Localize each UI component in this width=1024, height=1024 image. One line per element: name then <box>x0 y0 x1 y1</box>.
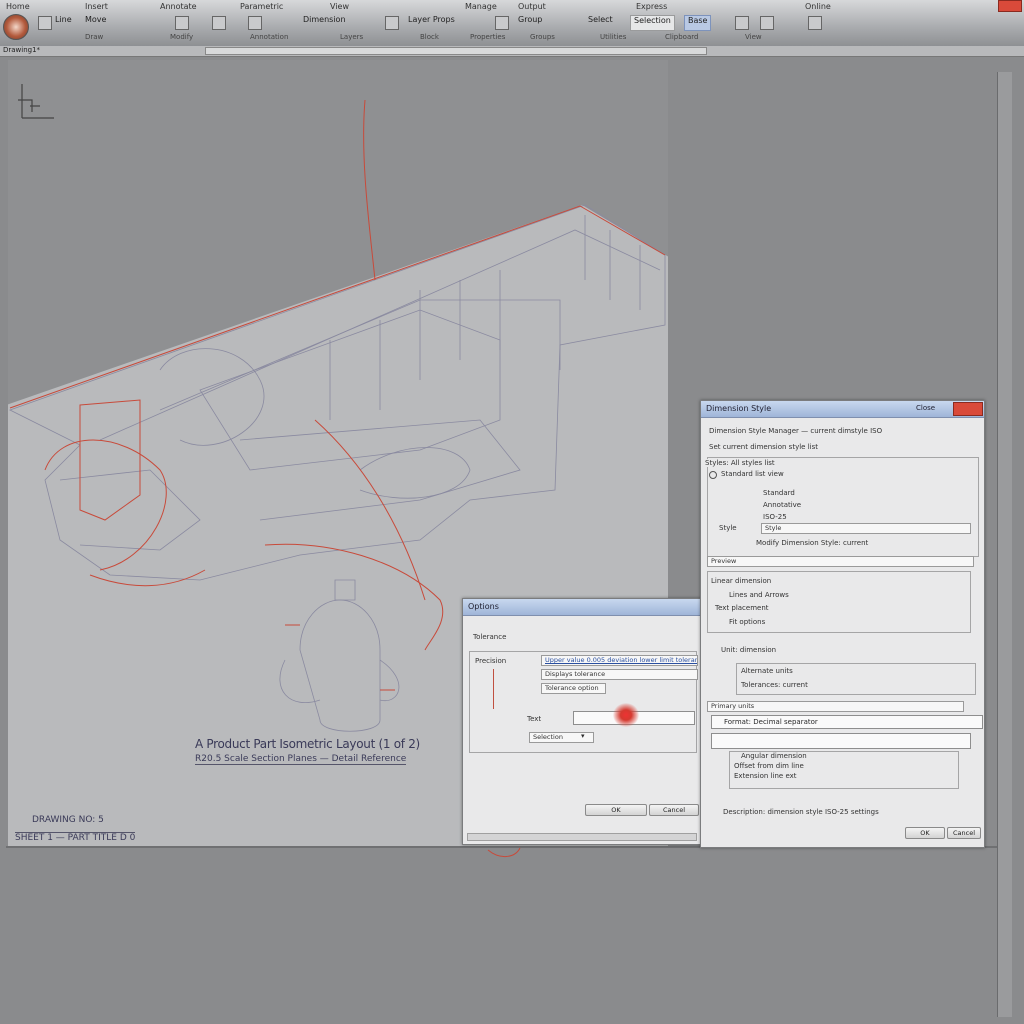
cursor-highlight-icon <box>613 703 639 727</box>
options-scrollbar[interactable] <box>467 833 697 841</box>
application-menu-icon[interactable] <box>3 14 29 40</box>
select-button[interactable]: Select <box>585 15 616 29</box>
style-row-label: Style <box>719 524 737 532</box>
line-button[interactable]: Line <box>52 15 75 29</box>
dimstyle-close-label: Close <box>916 404 936 412</box>
dimstyle-status-line: Description: dimension style ISO-25 sett… <box>723 808 879 816</box>
title-block-number: DRAWING NO: 5 <box>32 815 104 825</box>
tab-output[interactable]: Output <box>518 2 546 11</box>
options-dialog: Options Tolerance Precision Upper value … <box>462 598 702 845</box>
dimension-style-dialog: Dimension Style Close Dimension Style Ma… <box>700 400 985 848</box>
list-item-extension: Extension line ext <box>734 772 797 780</box>
preview-item-linear: Linear dimension <box>711 577 772 585</box>
tab-annotate[interactable]: Annotate <box>160 2 197 11</box>
view-icon[interactable] <box>808 16 822 30</box>
style-item-iso25[interactable]: ISO-25 <box>763 513 787 521</box>
preview-item-fit: Fit options <box>729 618 766 626</box>
chevron-down-icon[interactable]: ▾ <box>581 732 589 742</box>
tab-manage[interactable]: Manage <box>465 2 497 11</box>
tab-parametric[interactable]: Parametric <box>240 2 283 11</box>
layer-icon[interactable] <box>385 16 399 30</box>
tab-online[interactable]: Online <box>805 2 831 11</box>
options-cancel-button[interactable]: Cancel <box>649 804 699 816</box>
draw-circle-icon[interactable] <box>175 16 189 30</box>
radio-label: Standard list view <box>721 470 784 478</box>
options-dialog-title: Options <box>463 599 701 616</box>
dimstyle-subheader: Set current dimension style list <box>709 443 818 451</box>
styles-group-title: Styles: All styles list <box>705 459 775 467</box>
dimstyle-note-line: Modify Dimension Style: current <box>756 539 869 547</box>
horizontal-scrollbar[interactable] <box>205 47 707 55</box>
layer-properties-button[interactable]: Layer Props <box>405 15 458 29</box>
modify-icon[interactable] <box>212 16 226 30</box>
panel-label-draw: Draw <box>85 33 104 41</box>
block-icon[interactable] <box>495 16 509 30</box>
dimstyle-dialog-title: Dimension Style <box>701 401 984 418</box>
title-block-title: SHEET 1 — PART TITLE D 0 <box>15 832 136 843</box>
tab-insert[interactable]: Insert <box>85 2 108 11</box>
close-icon[interactable] <box>998 0 1022 12</box>
ribbon: Home Insert Annotate Parametric View Man… <box>0 0 1024 47</box>
dimstyle-header: Dimension Style Manager — current dimsty… <box>709 427 883 435</box>
red-marker-line <box>493 669 524 709</box>
panel-label-utilities: Utilities <box>600 33 627 41</box>
highlight-row[interactable] <box>711 733 971 749</box>
panel-label-clipboard: Clipboard <box>665 33 699 41</box>
options-ok-button[interactable]: OK <box>585 804 647 816</box>
format-dropdown[interactable]: Format: Decimal separator <box>711 715 983 729</box>
options-section-label: Tolerance <box>473 633 507 641</box>
dimstyle-ok-button[interactable]: OK <box>905 827 945 839</box>
dimstyle-cancel-button[interactable]: Cancel <box>947 827 981 839</box>
alternate-units-label: Alternate units <box>741 667 793 675</box>
precision-label: Precision <box>475 657 507 665</box>
selection-button[interactable]: Selection <box>630 15 675 31</box>
file-tab[interactable]: Drawing1* <box>3 46 40 54</box>
drawing-caption: A Product Part Isometric Layout (1 of 2) <box>195 737 420 751</box>
list-item-angular: Angular dimension <box>741 752 807 760</box>
line-icon[interactable] <box>38 16 52 30</box>
drawing-subcaption: R20.5 Scale Section Planes — Detail Refe… <box>195 754 407 765</box>
tolerance-display-field[interactable]: Displays tolerance <box>541 669 698 680</box>
panel-label-modify: Modify <box>170 33 194 41</box>
panel-label-block: Block <box>420 33 439 41</box>
base-button[interactable]: Base <box>684 15 712 31</box>
text-row-label: Text <box>527 715 542 723</box>
preview-item-text: Text placement <box>715 604 769 612</box>
style-item-standard[interactable]: Standard <box>763 489 795 497</box>
move-button[interactable]: Move <box>82 15 109 29</box>
tolerances-label: Tolerances: current <box>741 681 808 689</box>
primary-units-dropdown[interactable]: Primary units <box>707 701 964 712</box>
tab-express[interactable]: Express <box>636 2 667 11</box>
list-item-offset: Offset from dim line <box>734 762 804 770</box>
group-button[interactable]: Group <box>515 15 545 29</box>
preview-item-lines: Lines and Arrows <box>729 591 789 599</box>
radio-icon[interactable] <box>709 471 717 479</box>
style-field[interactable]: Style <box>761 523 971 534</box>
panel-label-groups: Groups <box>530 33 555 41</box>
preview-item-unit: Unit: dimension <box>721 646 777 654</box>
gear-icon[interactable] <box>248 16 262 30</box>
preview-field[interactable]: Preview <box>707 556 974 567</box>
paste-icon[interactable] <box>760 16 774 30</box>
close-icon[interactable] <box>953 402 983 416</box>
tolerance-option-field[interactable]: Tolerance option <box>541 683 606 694</box>
panel-label-annotation: Annotation <box>250 33 289 41</box>
precision-field[interactable]: Upper value 0.005 deviation lower limit … <box>541 655 698 666</box>
panel-label-properties: Properties <box>470 33 506 41</box>
clipboard-icon[interactable] <box>735 16 749 30</box>
tab-home[interactable]: Home <box>6 2 30 11</box>
dimension-button[interactable]: Dimension <box>300 15 349 29</box>
style-item-annotative[interactable]: Annotative <box>763 501 801 509</box>
panel-label-layers: Layers <box>340 33 364 41</box>
panel-label-view: View <box>745 33 762 41</box>
tab-view[interactable]: View <box>330 2 349 11</box>
